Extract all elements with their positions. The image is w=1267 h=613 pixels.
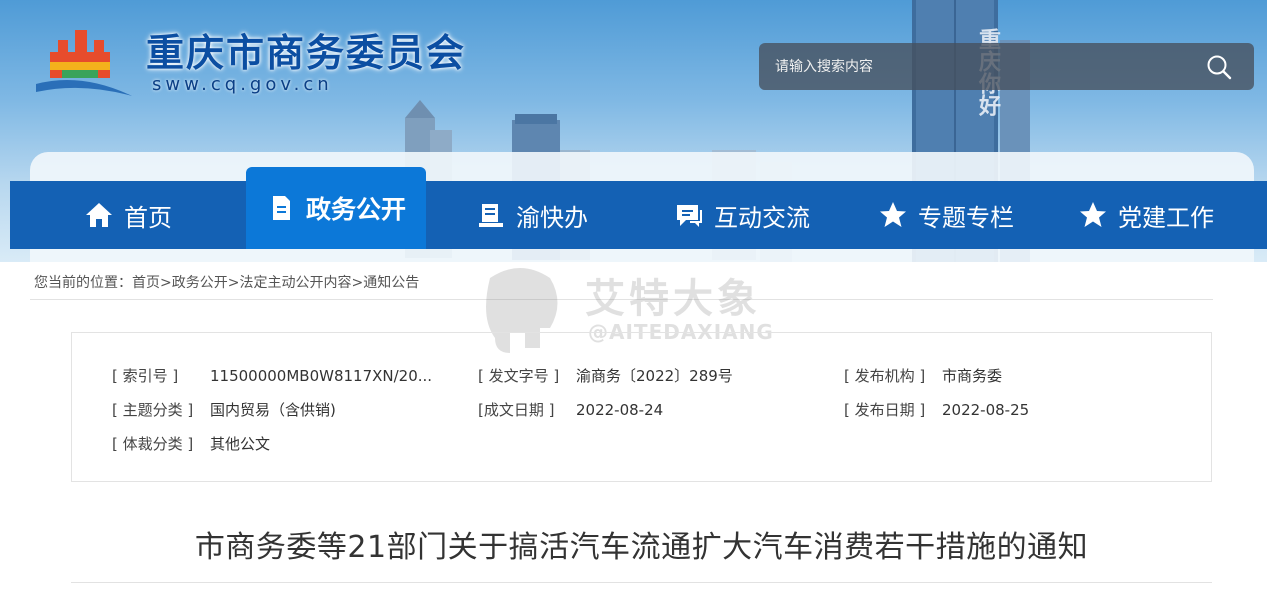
breadcrumb-item-statutory-disclosure[interactable]: 法定主动公开内容 — [239, 275, 351, 291]
site-title: 重庆市商务委员会 — [146, 31, 467, 75]
breadcrumb-prefix: 您当前的位置： — [34, 275, 132, 291]
nav-item-special-topics[interactable]: 专题专栏 — [846, 181, 1046, 249]
government-emblem-logo — [36, 30, 132, 96]
meta-publish-date: [ 发布日期 ] 2022-08-25 — [844, 399, 1029, 420]
document-title: 市商务委等21部门关于搞活汽车流通扩大汽车消费若干措施的通知 — [194, 530, 1089, 565]
meta-value: 国内贸易（含供销) — [210, 401, 336, 419]
star-icon — [1080, 202, 1106, 227]
meta-label: [成文日期 ] — [478, 401, 555, 419]
chat-icon — [677, 205, 702, 227]
meta-label: [ 体裁分类 ] — [112, 435, 194, 453]
search-bar — [759, 43, 1254, 90]
meta-label: [ 主题分类 ] — [112, 401, 194, 419]
search-input[interactable] — [773, 53, 1197, 81]
meta-value: 11500000MB0W8117XN/20... — [210, 367, 433, 385]
meta-label: [ 发文字号 ] — [478, 367, 560, 385]
site-domain: sww.cq.gov.cn — [152, 74, 333, 95]
nav-item-yukuaiban[interactable]: 渝快办 — [426, 181, 638, 249]
nav-item-government-affairs[interactable]: 政务公开 — [246, 167, 426, 249]
breadcrumb-item-home[interactable]: 首页 — [132, 275, 160, 291]
nav-item-party-building[interactable]: 党建工作 — [1046, 181, 1246, 249]
main-nav: 首页 政务公开 渝快办 互动交流 专题专栏 党建工作 — [10, 167, 1267, 249]
breadcrumb-item-notices[interactable]: 通知公告 — [363, 275, 419, 291]
desk-icon — [479, 204, 503, 227]
document-metadata-box: [ 索引号 ] 11500000MB0W8117XN/20... [ 发文字号 ]… — [71, 332, 1212, 482]
nav-item-interaction[interactable]: 互动交流 — [638, 181, 846, 249]
breadcrumb-item-government-affairs[interactable]: 政务公开 — [172, 275, 228, 291]
meta-genre: [ 体裁分类 ] 其他公文 — [112, 433, 270, 454]
breadcrumb: 您当前的位置：首页>政务公开>法定主动公开内容>通知公告 — [34, 272, 419, 292]
search-icon[interactable] — [1206, 54, 1232, 80]
meta-value: 2022-08-25 — [942, 401, 1030, 419]
nav-item-label: 专题专栏 — [918, 203, 1014, 232]
meta-value: 市商务委 — [942, 367, 1003, 385]
meta-index-no: [ 索引号 ] 11500000MB0W8117XN/20... — [112, 365, 432, 386]
document-icon — [272, 196, 290, 220]
breadcrumb-separator: > — [160, 275, 172, 291]
nav-item-home[interactable]: 首页 — [10, 181, 246, 249]
meta-value: 2022-08-24 — [576, 401, 664, 419]
meta-publisher: [ 发布机构 ] 市商务委 — [844, 365, 1002, 386]
meta-doc-no: [ 发文字号 ] 渝商务〔2022〕289号 — [478, 365, 733, 386]
meta-topic: [ 主题分类 ] 国内贸易（含供销) — [112, 399, 336, 420]
title-divider — [71, 582, 1212, 583]
watermark-text: 艾特大象 — [585, 276, 761, 322]
breadcrumb-separator: > — [351, 275, 364, 291]
nav-item-label: 渝快办 — [516, 203, 588, 232]
nav-item-label: 党建工作 — [1118, 203, 1214, 232]
star-icon — [880, 202, 906, 227]
home-icon — [86, 203, 112, 227]
breadcrumb-separator: > — [227, 275, 240, 291]
nav-item-label: 互动交流 — [714, 203, 810, 232]
meta-label: [ 发布机构 ] — [844, 367, 926, 385]
nav-item-label: 政务公开 — [305, 195, 406, 224]
meta-value: 渝商务〔2022〕289号 — [576, 367, 733, 385]
meta-label: [ 索引号 ] — [112, 367, 179, 385]
meta-value: 其他公文 — [210, 435, 271, 453]
meta-label: [ 发布日期 ] — [844, 401, 926, 419]
nav-item-label: 首页 — [124, 203, 172, 232]
meta-written-date: [成文日期 ] 2022-08-24 — [478, 399, 663, 420]
